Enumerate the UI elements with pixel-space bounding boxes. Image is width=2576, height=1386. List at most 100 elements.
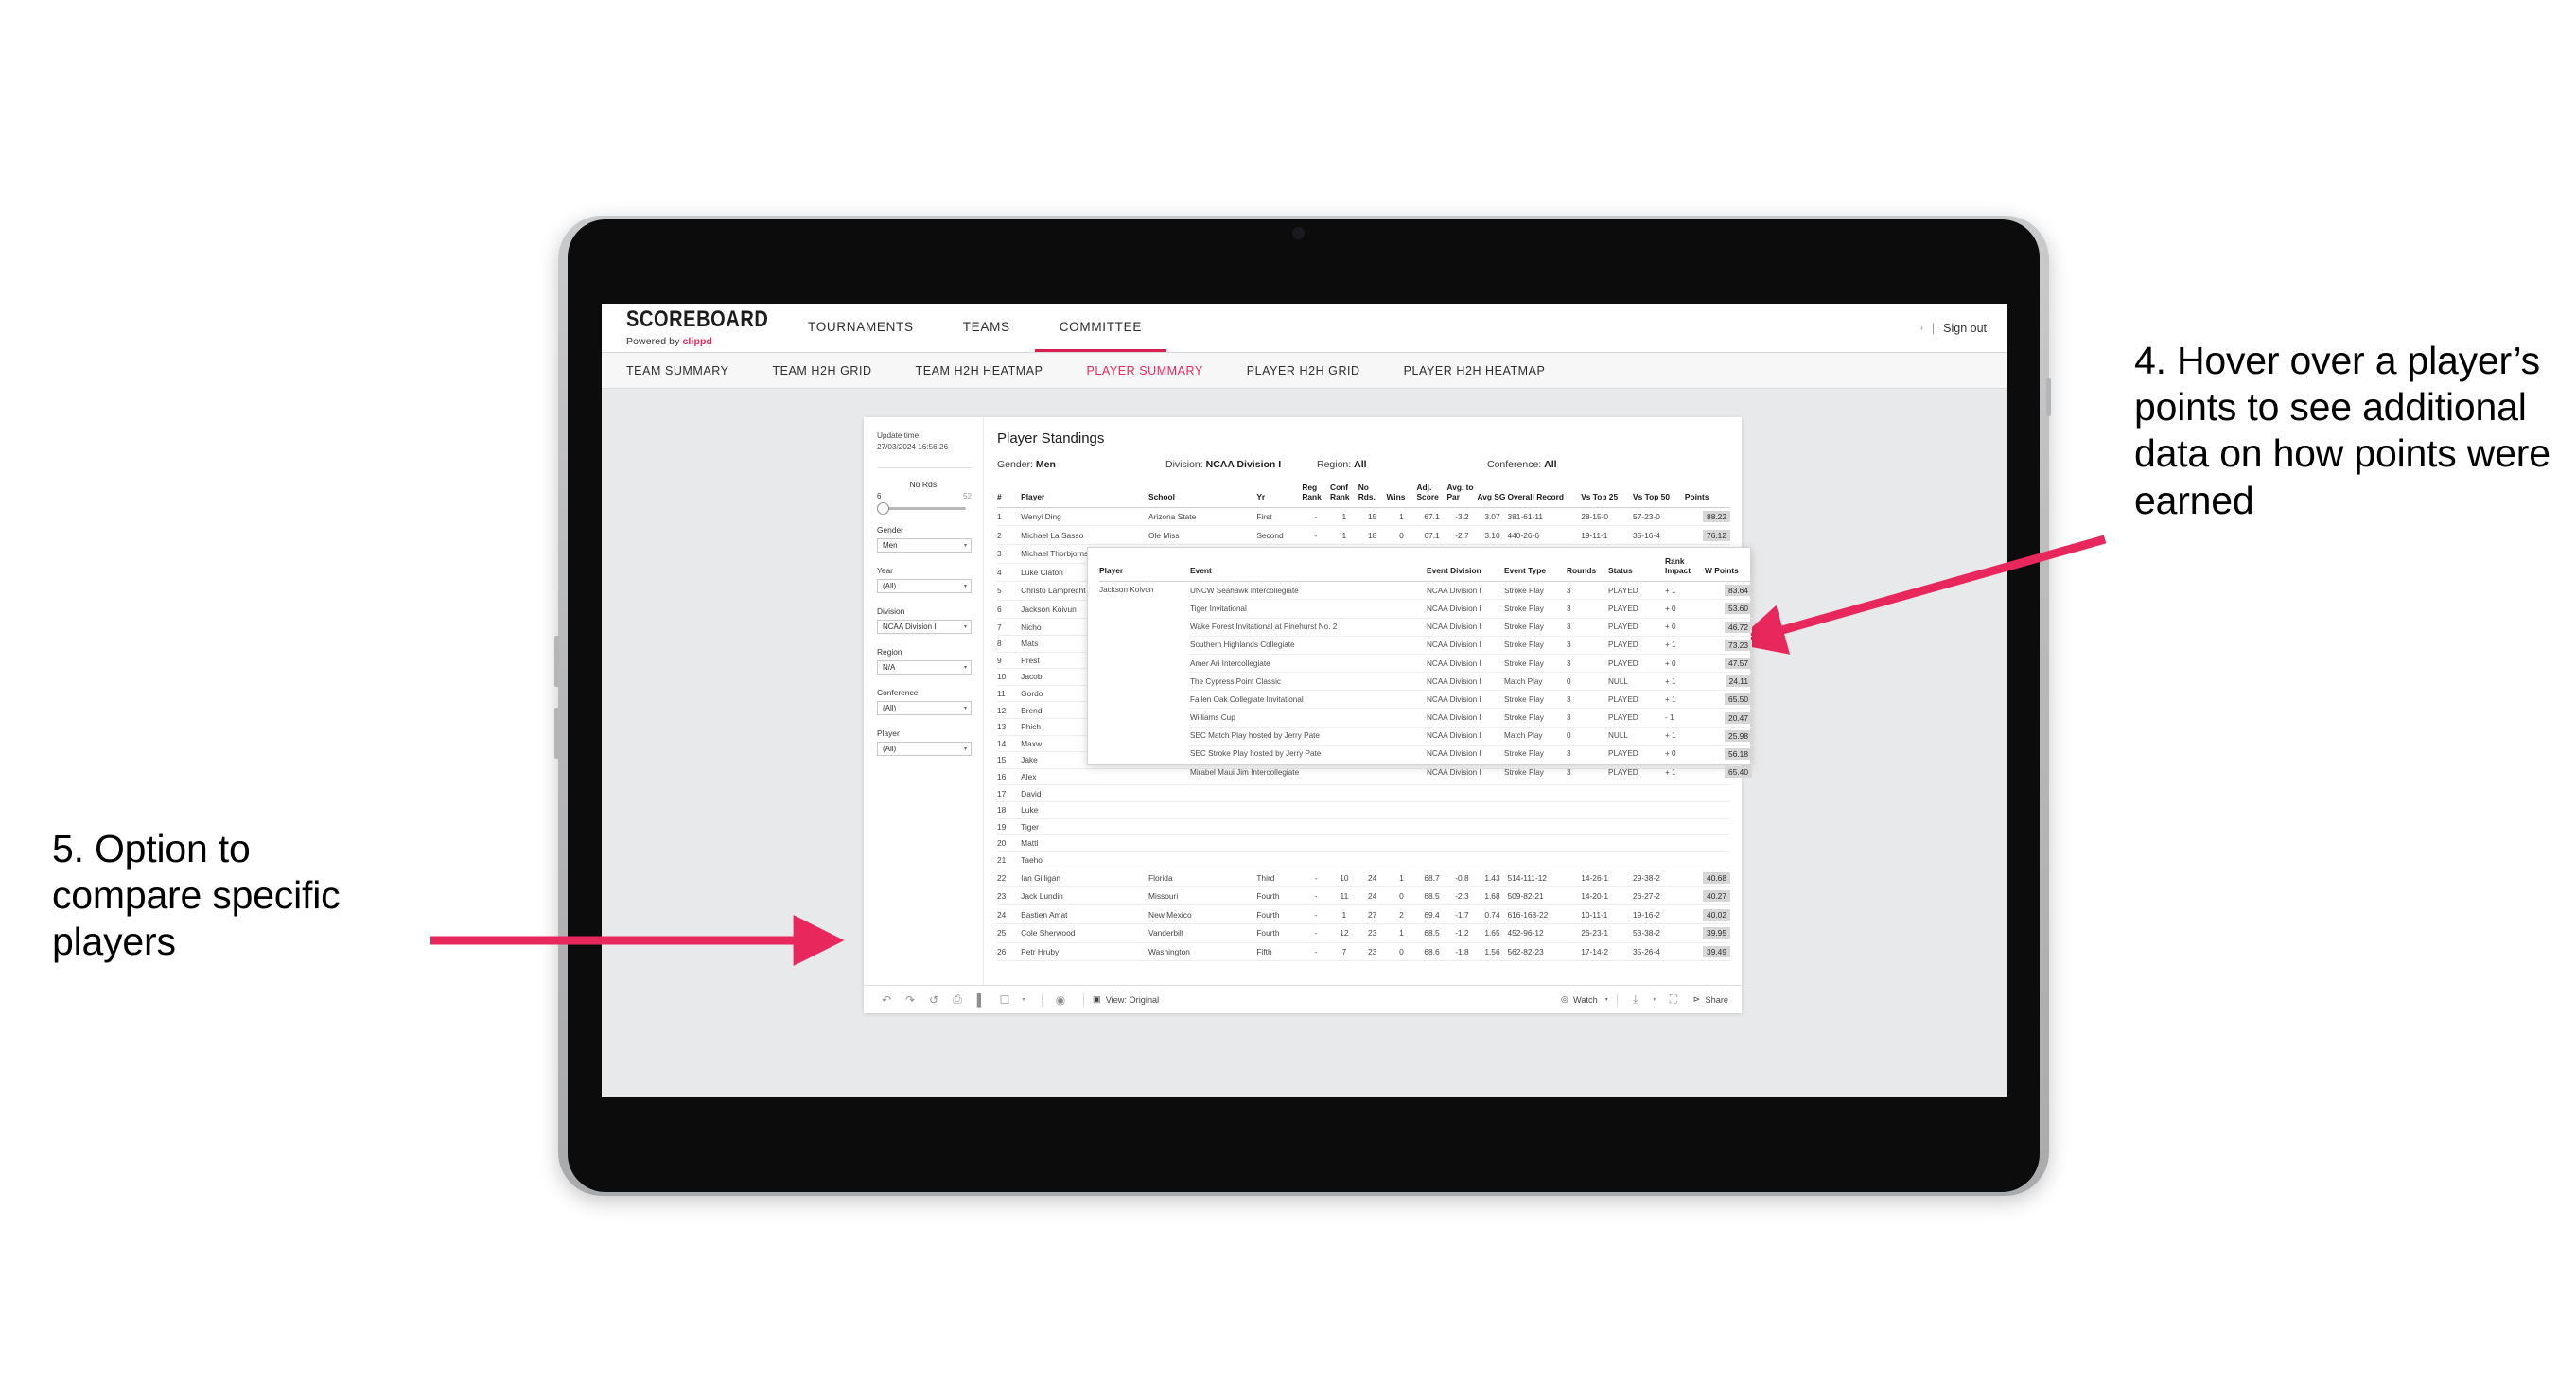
tooltip-row: Fallen Oak Collegiate Invitational NCAA D…: [1099, 690, 1752, 710]
tt-cell-rounds: 3: [1567, 618, 1608, 637]
w-points-chip: 83.64: [1725, 585, 1752, 597]
tt-cell-type: Match Play: [1504, 727, 1567, 746]
tooltip-header-row: Player Event Event Division Event Type R…: [1099, 556, 1752, 583]
w-points-chip: 47.57: [1725, 658, 1752, 669]
tooltip-row: Amer Ari Intercollegiate NCAA Division IS…: [1099, 654, 1752, 674]
tt-cell-event: Fallen Oak Collegiate Invitational: [1190, 690, 1427, 710]
tt-cell-division: NCAA Division I: [1427, 599, 1504, 619]
tt-cell-w-points: 20.47: [1705, 708, 1752, 728]
tt-cell-event: The Cypress Point Classic: [1190, 672, 1427, 692]
tt-cell-status: PLAYED: [1608, 708, 1665, 728]
tt-col-rounds: Rounds: [1567, 556, 1608, 583]
tt-cell-division: NCAA Division I: [1427, 763, 1504, 782]
w-points-chip: 20.47: [1725, 711, 1752, 724]
tt-cell-rank-impact: + 1: [1665, 690, 1705, 710]
tt-cell-w-points: 83.64: [1705, 581, 1752, 601]
tt-cell-rounds: 3: [1567, 654, 1608, 674]
tt-cell-rounds: 3: [1567, 745, 1608, 764]
tt-cell-w-points: 65.40: [1705, 763, 1752, 782]
w-points-chip: 65.40: [1725, 766, 1752, 779]
tt-cell-rounds: 0: [1567, 727, 1608, 746]
tt-cell-status: PLAYED: [1608, 618, 1665, 637]
tooltip-row: Williams Cup NCAA Division I Stroke Play 3 P…: [1099, 708, 1752, 728]
tt-cell-rank-impact: - 1: [1665, 708, 1705, 728]
tt-cell-type: Stroke Play: [1504, 654, 1567, 674]
tooltip-row: Wake Forest Invitational at Pinehurst No…: [1099, 618, 1752, 637]
tt-cell-w-points: 25.98: [1705, 727, 1752, 746]
tt-cell-w-points: 56.18: [1705, 745, 1752, 764]
w-points-chip: 65.50: [1725, 693, 1752, 706]
tt-cell-w-points: 47.57: [1705, 654, 1752, 674]
tt-cell-type: Stroke Play: [1504, 636, 1567, 655]
tt-cell-type: Stroke Play: [1504, 745, 1567, 764]
tt-cell-rounds: 3: [1567, 763, 1608, 782]
tt-cell-status: NULL: [1608, 672, 1665, 692]
tt-cell-type: Stroke Play: [1504, 708, 1567, 728]
tt-cell-status: PLAYED: [1608, 599, 1665, 619]
tt-cell-rounds: 3: [1567, 599, 1608, 619]
tt-cell-status: PLAYED: [1608, 654, 1665, 674]
tt-cell-event: UNCW Seahawk Intercollegiate: [1190, 581, 1427, 601]
tt-cell-w-points: 73.23: [1705, 636, 1752, 655]
tt-col-w-points: W Points: [1705, 556, 1752, 583]
tt-cell-rounds: 3: [1567, 708, 1608, 728]
tt-cell-rank-impact: + 1: [1665, 727, 1705, 746]
w-points-chip: 24.11: [1725, 675, 1752, 688]
tt-cell-division: NCAA Division I: [1427, 581, 1504, 601]
tt-cell-type: Match Play: [1504, 672, 1567, 692]
tooltip-row: Southern Highlands Collegiate NCAA Divisi…: [1099, 636, 1752, 655]
tt-cell-rank-impact: + 1: [1665, 672, 1705, 692]
tt-cell-division: NCAA Division I: [1427, 727, 1504, 746]
tt-cell-rank-impact: + 0: [1665, 599, 1705, 619]
tt-cell-w-points: 46.72: [1705, 618, 1752, 637]
tt-cell-event: Mirabel Maui Jim Intercollegiate: [1190, 763, 1427, 782]
tt-cell-rounds: 3: [1567, 636, 1608, 655]
tt-cell-event: SEC Match Play hosted by Jerry Pate: [1190, 727, 1427, 746]
tt-cell-division: NCAA Division I: [1427, 618, 1504, 637]
tt-col-event-division: Event Division: [1427, 556, 1504, 583]
w-points-chip: 73.23: [1725, 639, 1752, 651]
tt-cell-status: PLAYED: [1608, 763, 1665, 782]
tt-cell-type: Stroke Play: [1504, 618, 1567, 637]
tooltip-row: Jackson Koivun UNCW Seahawk Intercollegia…: [1099, 581, 1752, 601]
tt-cell-division: NCAA Division I: [1427, 672, 1504, 692]
tt-cell-event: Tiger Invitational: [1190, 599, 1427, 619]
tt-col-event: Event: [1190, 556, 1427, 583]
w-points-chip: 56.18: [1725, 747, 1752, 760]
tt-cell-division: NCAA Division I: [1427, 690, 1504, 710]
tooltip-row: Tiger Invitational NCAA Division I Stroke …: [1099, 599, 1752, 619]
w-points-chip: 25.98: [1725, 729, 1752, 742]
tt-cell-type: Stroke Play: [1504, 599, 1567, 619]
tt-cell-status: PLAYED: [1608, 690, 1665, 710]
points-tooltip: Player Event Event Division Event Type R…: [1087, 547, 1752, 782]
tt-col-status: Status: [1608, 556, 1665, 583]
tt-col-event-type: Event Type: [1504, 556, 1567, 583]
tt-cell-player: Jackson Koivun: [1099, 586, 1154, 595]
tt-cell-event: Southern Highlands Collegiate: [1190, 636, 1427, 655]
tooltip-row: SEC Stroke Play hosted by Jerry Pate NCAA…: [1099, 745, 1752, 764]
tt-cell-division: NCAA Division I: [1427, 708, 1504, 728]
w-points-chip: 46.72: [1725, 621, 1752, 633]
tt-cell-rank-impact: + 0: [1665, 745, 1705, 764]
w-points-chip: 53.60: [1725, 603, 1752, 615]
tt-cell-type: Stroke Play: [1504, 690, 1567, 710]
tt-cell-division: NCAA Division I: [1427, 654, 1504, 674]
tt-col-player: Player: [1099, 556, 1190, 583]
tooltip-row: Mirabel Maui Jim Intercollegiate NCAA Div…: [1099, 763, 1752, 782]
tt-cell-type: Stroke Play: [1504, 581, 1567, 601]
tt-cell-rounds: 3: [1567, 581, 1608, 601]
tt-cell-division: NCAA Division I: [1427, 636, 1504, 655]
tt-cell-status: PLAYED: [1608, 745, 1665, 764]
tt-cell-rounds: 3: [1567, 690, 1608, 710]
tt-cell-rank-impact: + 0: [1665, 618, 1705, 637]
tt-cell-rounds: 0: [1567, 672, 1608, 692]
tt-cell-status: PLAYED: [1608, 636, 1665, 655]
tt-cell-division: NCAA Division I: [1427, 745, 1504, 764]
tooltip-table: Player Event Event Division Event Type R…: [1099, 556, 1752, 782]
tooltip-row: The Cypress Point Classic NCAA Division I…: [1099, 672, 1752, 692]
tt-cell-event: SEC Stroke Play hosted by Jerry Pate: [1190, 745, 1427, 764]
tt-cell-w-points: 53.60: [1705, 599, 1752, 619]
tt-cell-event: Williams Cup: [1190, 708, 1427, 728]
tt-cell-w-points: 65.50: [1705, 690, 1752, 710]
tt-cell-rank-impact: + 1: [1665, 581, 1705, 601]
